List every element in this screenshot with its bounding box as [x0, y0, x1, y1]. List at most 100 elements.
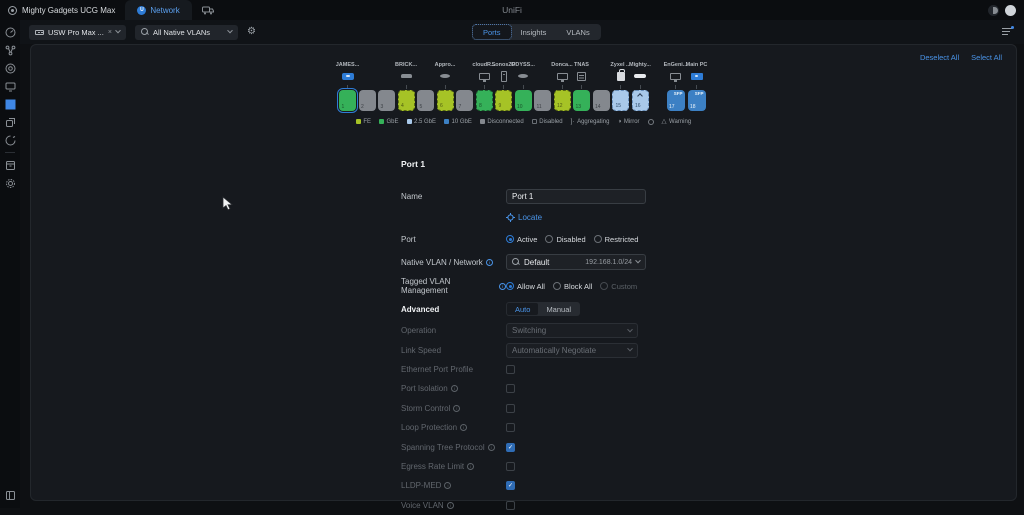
port-square-14[interactable]: 14 — [593, 90, 610, 111]
port-square-9[interactable]: 9 — [495, 90, 512, 111]
link-speed-select[interactable]: Automatically Negotiate — [506, 343, 638, 358]
device-selector[interactable]: USW Pro Max ... × — [29, 25, 126, 40]
row-voice-vlan: Voice VLANi — [401, 496, 651, 515]
storm-control-checkbox[interactable] — [506, 404, 515, 413]
port-column-17: EnGeni...SFP17 — [667, 56, 685, 111]
sidebar-item-dashboard[interactable] — [0, 23, 20, 41]
info-icon[interactable]: i — [499, 283, 506, 290]
sidebar-item-system[interactable] — [0, 156, 20, 174]
search-icon — [512, 258, 520, 266]
info-icon[interactable]: i — [460, 424, 467, 431]
legend-item-10-gbe: 10 GbE — [444, 119, 472, 125]
port-square-7[interactable]: 7 — [456, 90, 473, 111]
list-options-button[interactable] — [1002, 28, 1012, 36]
user-avatar[interactable] — [1005, 5, 1016, 16]
port-square-17[interactable]: SFP17 — [667, 90, 685, 111]
port-square-4[interactable]: 4 — [398, 90, 415, 111]
sidebar-item-networks[interactable] — [0, 113, 20, 131]
info-icon[interactable]: i — [453, 405, 460, 412]
info-icon[interactable]: i — [444, 482, 451, 489]
tab-drive[interactable] — [192, 0, 224, 20]
chevron-down-icon — [115, 28, 121, 34]
info-icon[interactable]: i — [467, 463, 474, 470]
port-square-8[interactable]: 8 — [476, 90, 493, 111]
warning-icon: △ — [662, 118, 667, 125]
tab-ports[interactable]: Ports — [473, 25, 511, 39]
port-square-5[interactable]: 5 — [417, 90, 434, 111]
sidebar-item-security[interactable] — [0, 131, 20, 149]
clear-selection-icon[interactable]: × — [108, 29, 112, 36]
port-manager-icon — [5, 99, 16, 110]
advanced-manual-segment[interactable]: Manual — [538, 303, 579, 315]
port-number: 13 — [576, 105, 582, 110]
sidebar-item-settings[interactable] — [0, 174, 20, 192]
lldp-med-checkbox[interactable]: ✓ — [506, 481, 515, 490]
tab-insights[interactable]: Insights — [511, 25, 557, 39]
legend-item-2-5-gbe: 2.5 GbE — [407, 119, 437, 125]
info-icon[interactable]: i — [488, 444, 495, 451]
port-isolation-checkbox[interactable] — [506, 384, 515, 393]
port-number: 12 — [557, 104, 563, 109]
native-vlan-combo[interactable]: Default 192.168.1.0/24 — [506, 254, 646, 270]
port-square-3[interactable]: 3 — [378, 90, 395, 111]
select-all-link[interactable]: Select All — [971, 53, 1002, 62]
radio-port-disabled[interactable]: Disabled — [545, 235, 585, 244]
port-square-2[interactable]: 2 — [359, 90, 376, 111]
port-number: 3 — [381, 105, 384, 110]
radio-tagged-allow-all[interactable]: Allow All — [506, 282, 545, 291]
info-icon[interactable]: i — [486, 259, 493, 266]
advanced-auto-segment[interactable]: Auto — [507, 303, 538, 315]
port-detail-title: Port 1 — [401, 159, 425, 169]
port-number: 6 — [440, 104, 443, 109]
port-square-11[interactable]: 11 — [534, 90, 551, 111]
device-label: Appro... — [435, 61, 456, 69]
port-square-15[interactable]: 15 — [612, 90, 629, 111]
sidebar-collapse-button[interactable] — [0, 486, 20, 504]
egress-rate-limit-checkbox[interactable] — [506, 462, 515, 471]
tab-vlans[interactable]: VLANs — [556, 25, 599, 39]
sidebar-item-clients[interactable] — [0, 77, 20, 95]
radio-port-active[interactable]: Active — [506, 235, 537, 244]
port-square-16[interactable]: 16 — [632, 90, 649, 111]
port-column-12: Donca...12 — [554, 56, 571, 111]
deselect-all-link[interactable]: Deselect All — [920, 53, 959, 62]
port-square-6[interactable]: 6 — [437, 90, 454, 111]
port-square-10[interactable]: 10 — [515, 90, 532, 111]
device-indicator: Mighty... — [632, 56, 649, 89]
legend-swatch — [444, 119, 449, 124]
sidebar-item-devices[interactable] — [0, 59, 20, 77]
storm-control-label: Storm Controli — [401, 404, 506, 413]
sfp-tag-label: SFP — [674, 92, 683, 97]
port-settings-gear-icon[interactable]: ⚙ — [247, 27, 256, 37]
info-icon[interactable]: i — [451, 385, 458, 392]
vlan-filter[interactable]: All Native VLANs — [135, 25, 238, 40]
vlan-filter-value: All Native VLANs — [153, 28, 210, 37]
theme-toggle-button[interactable] — [988, 5, 999, 16]
left-sidebar — [0, 20, 20, 508]
mouse-cursor — [222, 196, 234, 212]
device-indicator: BRICK... — [398, 56, 415, 89]
site-switcher[interactable]: Mighty Gadgets UCG Max — [0, 0, 125, 20]
port-square-12[interactable]: 12 — [554, 90, 571, 111]
sidebar-item-port-manager[interactable] — [0, 95, 20, 113]
tab-network[interactable]: U Network — [125, 0, 191, 20]
port-square-18[interactable]: SFP18 — [688, 90, 706, 111]
port-column-7: 7 — [456, 56, 473, 111]
ethernet-port-profile-checkbox[interactable] — [506, 365, 515, 374]
loop-protection-checkbox[interactable] — [506, 423, 515, 432]
radio-port-restricted[interactable]: Restricted — [594, 235, 639, 244]
port-link-tick — [445, 85, 446, 89]
operation-select[interactable]: Switching — [506, 323, 638, 338]
settings-gear-icon — [5, 178, 16, 189]
sidebar-item-topology[interactable] — [0, 41, 20, 59]
radio-tagged-custom[interactable]: Custom — [600, 282, 637, 291]
voice-vlan-checkbox[interactable] — [506, 501, 515, 510]
port-name-input[interactable] — [506, 189, 646, 204]
locate-button[interactable]: Locate — [506, 213, 542, 222]
filter-toolbar: USW Pro Max ... × All Native VLANs ⚙ Por… — [20, 20, 1024, 44]
spanning-tree-protocol-checkbox[interactable]: ✓ — [506, 443, 515, 452]
radio-tagged-block-all[interactable]: Block All — [553, 282, 592, 291]
port-square-13[interactable]: 13 — [573, 90, 590, 111]
port-column-8: cloudR...8 — [476, 56, 493, 111]
port-square-1[interactable]: 1 — [339, 90, 356, 111]
